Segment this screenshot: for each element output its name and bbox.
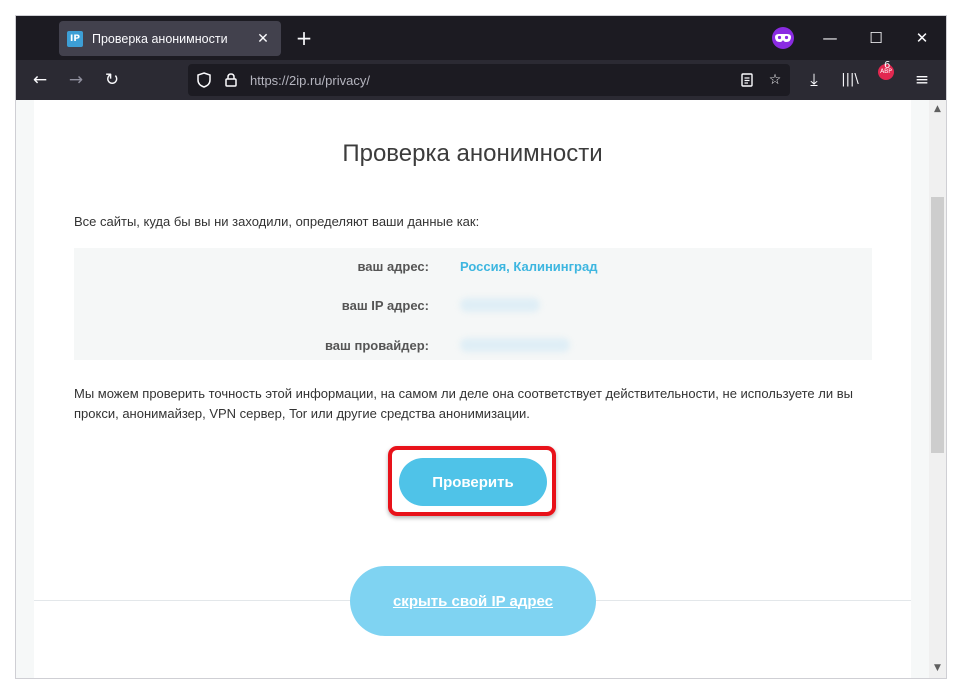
info-box: ваш адрес: Россия, Калининград ваш IP ад… [74, 248, 872, 360]
close-window-button[interactable]: ✕ [907, 26, 937, 50]
ip-label: ваш IP адрес: [341, 298, 429, 313]
url-bar[interactable]: https://2ip.ru/privacy/ ☆ [188, 64, 790, 96]
menu-icon[interactable]: ≡ [909, 68, 935, 92]
address-value: Россия, Калининград [460, 259, 598, 274]
scroll-up-icon[interactable]: ▲ [929, 104, 946, 114]
content-card: Проверка анонимности Все сайты, куда бы … [34, 100, 911, 678]
provider-value-blurred [460, 338, 570, 352]
page-viewport: Проверка анонимности Все сайты, куда бы … [16, 100, 929, 678]
private-mask-icon [772, 27, 794, 49]
download-icon[interactable]: ⤓ [801, 68, 827, 92]
ip-value-blurred [460, 298, 540, 312]
scroll-down-icon[interactable]: ▼ [929, 663, 946, 673]
tab-privacy-check[interactable]: IP Проверка анонимности ✕ [59, 21, 281, 56]
hide-ip-button[interactable]: скрыть свой IP адрес [350, 566, 596, 636]
page-title: Проверка анонимности [342, 140, 603, 167]
tab-strip: IP Проверка анонимности ✕ + — ☐ ✕ [16, 16, 946, 60]
library-icon[interactable]: |||\ [837, 68, 863, 92]
url-text[interactable]: https://2ip.ru/privacy/ [250, 73, 370, 88]
tab-title: Проверка анонимности [92, 31, 228, 46]
provider-label: ваш провайдер: [324, 338, 429, 353]
tab-close-icon[interactable]: ✕ [251, 31, 275, 47]
highlight-frame [388, 446, 556, 516]
adblock-count: 6 [884, 60, 891, 71]
back-arrow-icon[interactable]: ← [27, 68, 53, 92]
forward-arrow-icon[interactable]: → [63, 68, 89, 92]
site-favicon-icon: IP [67, 30, 83, 47]
scroll-thumb[interactable] [931, 197, 944, 453]
new-tab-button[interactable]: + [292, 26, 316, 50]
maximize-button[interactable]: ☐ [861, 26, 891, 50]
browser-window: IP Проверка анонимности ✕ + — ☐ ✕ ← → ↻ … [16, 16, 946, 678]
minimize-button[interactable]: — [815, 26, 845, 50]
description-text: Мы можем проверить точность этой информа… [74, 386, 853, 421]
vertical-scrollbar[interactable]: ▲ ▼ [929, 100, 946, 678]
lock-icon[interactable] [221, 70, 241, 93]
navigation-bar: ← → ↻ https://2ip.ru/privacy/ ☆ ⤓ |||\ A… [16, 60, 946, 100]
shield-icon[interactable] [194, 70, 214, 94]
bookmark-star-icon[interactable]: ☆ [765, 70, 785, 90]
reload-icon[interactable]: ↻ [99, 68, 125, 92]
address-label: ваш адрес: [357, 259, 429, 274]
intro-text: Все сайты, куда бы вы ни заходили, опред… [74, 214, 480, 229]
reader-view-icon[interactable] [737, 70, 757, 93]
